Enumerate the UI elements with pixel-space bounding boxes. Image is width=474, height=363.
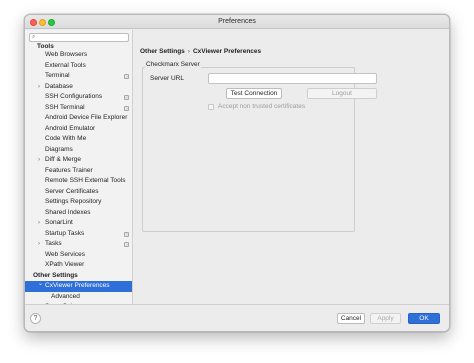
- accept-untrusted-checkbox[interactable]: [208, 104, 214, 110]
- sidebar-item[interactable]: › SonarLint: [25, 218, 132, 229]
- sidebar-item[interactable]: SSH Configurations: [25, 92, 132, 103]
- sidebar-item[interactable]: › Database: [25, 82, 132, 93]
- help-button[interactable]: ?: [30, 313, 41, 324]
- sidebar-item-label: Advanced: [51, 292, 80, 300]
- sidebar-item[interactable]: Terminal: [25, 71, 132, 82]
- sidebar-item[interactable]: Settings Repository: [25, 197, 132, 208]
- search-icon: ⌕: [32, 34, 36, 40]
- sidebar-item-label: XPath Viewer: [45, 261, 85, 268]
- sidebar-item-label: Terminal: [45, 72, 70, 79]
- window-title: Preferences: [218, 18, 256, 25]
- sidebar-item-label: Shared Indexes: [45, 208, 91, 216]
- sidebar-item[interactable]: Server Certificates: [25, 187, 132, 198]
- sidebar-item-label: Tasks: [45, 240, 62, 247]
- sidebar-item[interactable]: Web Services: [25, 250, 132, 261]
- settings-content: Other Settings › CxViewer Preferences Chec…: [134, 30, 449, 304]
- apply-button[interactable]: Apply: [370, 313, 401, 324]
- server-url-label: Server URL: [150, 75, 184, 82]
- sidebar-item[interactable]: Code With Me: [25, 134, 132, 145]
- sidebar-item[interactable]: Android Device File Explorer: [25, 113, 132, 124]
- chevron-down-icon[interactable]: ⌄: [38, 279, 43, 290]
- ok-button[interactable]: OK: [408, 313, 440, 324]
- project-scope-icon: [124, 74, 129, 79]
- chevron-right-icon[interactable]: ›: [38, 155, 40, 166]
- accept-untrusted-label: Accept non trusted certificates: [218, 103, 306, 110]
- project-scope-icon: [124, 231, 129, 237]
- sidebar-item[interactable]: Startup Tasks: [25, 229, 132, 240]
- sidebar-item-label: Diff & Merge: [45, 156, 82, 163]
- sidebar-item[interactable]: XPath Viewer: [25, 260, 132, 271]
- sidebar-item-label: SSH Configurations: [45, 93, 103, 100]
- project-scope-icon: [124, 105, 129, 111]
- sidebar-item-label: Web Browsers: [45, 51, 88, 58]
- sidebar-item-label: Code With Me: [45, 135, 87, 142]
- sidebar-item-label: Settings Repository: [45, 198, 102, 205]
- sidebar-item-label: Remote SSH External Tools: [45, 177, 126, 184]
- project-scope-icon: [124, 95, 129, 100]
- title-bar: Preferences: [25, 15, 449, 29]
- group-title: Checkmarx Server: [145, 61, 201, 68]
- sidebar-item[interactable]: Diagrams: [25, 145, 132, 156]
- sidebar-item-label: SSH Terminal: [45, 103, 85, 111]
- sidebar-item-label: Web Services: [45, 250, 85, 258]
- sidebar-item-label: Database: [45, 82, 73, 90]
- sidebar-item-label: External Tools: [45, 61, 86, 69]
- cancel-button[interactable]: Cancel: [337, 313, 365, 324]
- sidebar-item[interactable]: Features Trainer: [25, 166, 132, 177]
- breadcrumb-current: CxViewer Preferences: [192, 48, 262, 55]
- settings-sidebar: ⌕ Web Browsers External Tools Terminal › Dat…: [25, 30, 133, 304]
- sidebar-item[interactable]: SSH Terminal: [25, 103, 132, 114]
- test-connection-button[interactable]: Test Connection: [226, 88, 282, 99]
- chevron-right-icon[interactable]: ›: [38, 239, 40, 250]
- logout-button[interactable]: Logout: [307, 88, 377, 99]
- sidebar-item-label: Android Emulator: [45, 124, 96, 132]
- settings-search[interactable]: ⌕: [29, 33, 129, 42]
- chevron-right-icon[interactable]: ›: [38, 218, 40, 229]
- server-url-input[interactable]: [208, 73, 377, 84]
- sidebar-item-label: Startup Tasks: [45, 229, 85, 237]
- sidebar-item-label: Android Device File Explorer: [45, 114, 128, 121]
- sidebar-item-selected[interactable]: ⌄ CxViewer Preferences: [25, 279, 132, 292]
- sidebar-item[interactable]: Advanced: [25, 292, 132, 303]
- sidebar-item-label: SonarLint: [45, 219, 73, 226]
- sidebar-item[interactable]: › Tasks: [25, 239, 132, 250]
- breadcrumb: Other Settings › CxViewer Preferences: [140, 48, 261, 55]
- preferences-window: Preferences ⌕ Web Browsers External Tools…: [24, 14, 450, 332]
- sidebar-item-label: Diagrams: [45, 145, 73, 153]
- sidebar-item-label: Features Trainer: [45, 166, 93, 174]
- sidebar-item[interactable]: Android Emulator: [25, 124, 132, 135]
- chevron-right-icon[interactable]: ›: [38, 82, 40, 93]
- breadcrumb-separator-icon: ›: [187, 48, 190, 55]
- sidebar-item-label: Server Certificates: [45, 187, 99, 195]
- tree-group-tools: Tools: [37, 43, 54, 50]
- search-input[interactable]: [39, 34, 127, 41]
- sidebar-item[interactable]: › Diff & Merge: [25, 155, 132, 166]
- tree-group-other-settings: Other Settings: [33, 271, 78, 279]
- sidebar-item[interactable]: External Tools: [25, 61, 132, 72]
- sidebar-item-label: CxViewer Preferences: [45, 282, 110, 289]
- dialog-footer: ? Cancel Apply OK: [25, 304, 449, 331]
- project-scope-icon: [124, 242, 129, 247]
- breadcrumb-parent[interactable]: Other Settings: [140, 48, 185, 55]
- sidebar-item[interactable]: Shared Indexes: [25, 208, 132, 219]
- sidebar-item[interactable]: Web Browsers: [25, 50, 132, 61]
- sidebar-item[interactable]: Remote SSH External Tools: [25, 176, 132, 187]
